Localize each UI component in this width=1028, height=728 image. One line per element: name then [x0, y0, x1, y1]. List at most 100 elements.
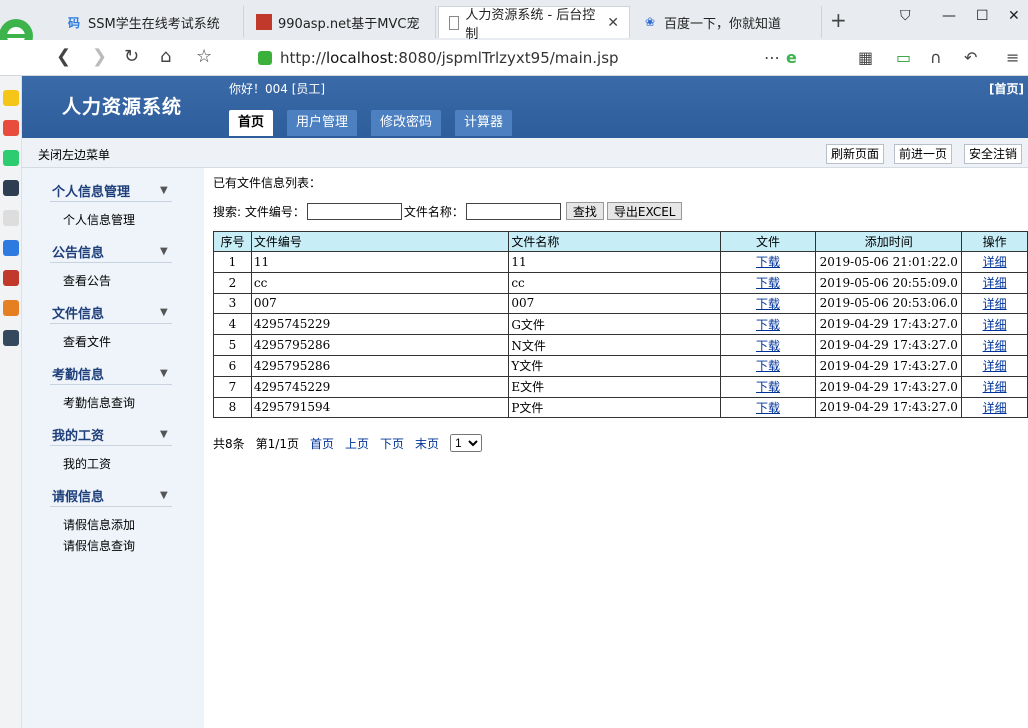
tab-home[interactable]: 首页: [229, 110, 274, 136]
search-form: 搜索: 文件编号： 文件名称： 查找 导出EXCEL: [213, 202, 683, 220]
cell-file-number: cc: [250, 271, 510, 294]
last-page-link[interactable]: 末页: [415, 435, 439, 452]
home-icon[interactable]: ⌂: [160, 46, 171, 67]
share-icon[interactable]: ⋯: [764, 48, 780, 67]
game2-icon[interactable]: [3, 300, 19, 316]
page-select[interactable]: 1: [450, 434, 483, 452]
cell-index: 6: [213, 354, 252, 377]
game-icon[interactable]: [3, 270, 19, 286]
sidebar-section-notice[interactable]: 公告信息: [52, 242, 104, 261]
back-icon[interactable]: ❮: [56, 46, 71, 67]
cell-file-name: 007: [508, 292, 721, 315]
cell-index: 5: [213, 334, 252, 356]
close-left-menu-link[interactable]: 关闭左边菜单: [38, 146, 110, 163]
triangle-down-icon[interactable]: ▼: [160, 368, 168, 379]
sidebar-section-attendance[interactable]: 考勤信息: [52, 364, 104, 383]
address-bar[interactable]: http://localhost:8080/jspmlTrlzyxt95/mai…: [250, 44, 830, 72]
chat-icon[interactable]: [3, 240, 19, 256]
forward-page-button[interactable]: 前进一页: [894, 144, 953, 164]
logout-button[interactable]: 安全注销: [964, 144, 1023, 164]
column-header: 添加时间: [815, 231, 963, 252]
headset-icon[interactable]: ∩: [930, 48, 942, 67]
undo-icon[interactable]: ↶: [964, 48, 977, 67]
app-title: 人力资源系统: [62, 96, 183, 118]
export-excel-button[interactable]: 导出EXCEL: [606, 202, 683, 220]
triangle-down-icon[interactable]: ▼: [160, 246, 168, 257]
maximize-icon[interactable]: ☐: [976, 8, 989, 24]
download-link[interactable]: 下载: [756, 318, 780, 332]
sidebar-item-view-files[interactable]: 查看文件: [63, 333, 111, 350]
minimize-icon[interactable]: —: [942, 8, 956, 24]
refresh-button[interactable]: 刷新页面: [826, 144, 885, 164]
page-indicator: 第1/1页: [255, 436, 299, 451]
sidebar-section-salary[interactable]: 我的工资: [52, 425, 104, 444]
detail-link[interactable]: 详细: [983, 318, 1007, 332]
detail-link[interactable]: 详细: [983, 359, 1007, 373]
detail-link[interactable]: 详细: [983, 255, 1007, 269]
detail-link[interactable]: 详细: [983, 380, 1007, 394]
triangle-down-icon[interactable]: ▼: [160, 185, 168, 196]
tab-change-password[interactable]: 修改密码: [371, 110, 442, 136]
home-link[interactable]: [首页]: [989, 80, 1024, 97]
mail-icon[interactable]: [3, 150, 19, 166]
shirt-icon[interactable]: ⛉: [900, 8, 911, 24]
window-close-icon[interactable]: ✕: [1008, 8, 1020, 24]
triangle-down-icon[interactable]: ▼: [160, 490, 168, 501]
tab-user-management[interactable]: 用户管理: [287, 110, 358, 136]
battery-icon[interactable]: ▭: [896, 48, 911, 67]
sidebar-item-my-salary[interactable]: 我的工资: [63, 455, 111, 472]
close-icon[interactable]: ✕: [607, 15, 619, 31]
browser-tab-mvc[interactable]: 990asp.net基于MVC宠: [246, 6, 436, 38]
detail-link[interactable]: 详细: [983, 401, 1007, 415]
download-link[interactable]: 下载: [756, 339, 780, 353]
detail-link[interactable]: 详细: [983, 276, 1007, 290]
tab-calculator[interactable]: 计算器: [455, 110, 513, 136]
file-number-input[interactable]: [306, 202, 402, 220]
app-header: 人力资源系统 你好！004 [员工] [首页] 首页 用户管理 修改密码 计算器: [22, 76, 1028, 138]
news-icon[interactable]: [3, 180, 19, 196]
weibo-icon[interactable]: [3, 120, 19, 136]
next-page-link[interactable]: 下页: [380, 435, 404, 452]
cell-index: 7: [213, 375, 252, 398]
detail-link[interactable]: 详细: [983, 339, 1007, 353]
download-link[interactable]: 下载: [756, 380, 780, 394]
prev-page-link[interactable]: 上页: [345, 435, 369, 452]
sidebar-item-attendance-query[interactable]: 考勤信息查询: [63, 394, 135, 411]
new-tab-icon[interactable]: +: [830, 8, 847, 32]
star-icon[interactable]: ☆: [196, 46, 212, 67]
menu-icon[interactable]: ≡: [1006, 48, 1019, 67]
paw-icon: ❀: [644, 15, 656, 29]
sidebar-section-leave[interactable]: 请假信息: [52, 486, 104, 505]
sidebar-item-leave-query[interactable]: 请假信息查询: [63, 537, 135, 554]
notes-icon[interactable]: [3, 210, 19, 226]
triangle-down-icon[interactable]: ▼: [160, 307, 168, 318]
sidebar-item-leave-add[interactable]: 请假信息添加: [63, 516, 135, 533]
browser-tab-baidu[interactable]: ❀ 百度一下，你就知道: [632, 6, 822, 38]
download-link[interactable]: 下载: [756, 297, 780, 311]
url-host: localhost: [325, 49, 394, 67]
ie-mode-icon[interactable]: e: [786, 48, 797, 67]
file-name-input[interactable]: [465, 202, 561, 220]
sidebar-section-files[interactable]: 文件信息: [52, 303, 104, 322]
download-link[interactable]: 下载: [756, 401, 780, 415]
favorites-icon[interactable]: [3, 90, 19, 106]
cell-file-name: Y文件: [508, 354, 721, 377]
first-page-link[interactable]: 首页: [310, 435, 334, 452]
game3-icon[interactable]: [3, 330, 19, 346]
browser-tab-hr[interactable]: 人力资源系统 - 后台控制 ✕: [438, 6, 630, 42]
browser-tab-exam[interactable]: 码 SSM学生在线考试系统: [56, 6, 244, 38]
sidebar-section-personal[interactable]: 个人信息管理: [52, 181, 130, 200]
sidebar-item-view-notice[interactable]: 查看公告: [63, 272, 111, 289]
download-link[interactable]: 下载: [756, 359, 780, 373]
search-button[interactable]: 查找: [565, 202, 604, 220]
triangle-down-icon[interactable]: ▼: [160, 429, 168, 440]
forward-icon[interactable]: ❯: [92, 46, 107, 67]
cell-file-name: E文件: [508, 375, 721, 398]
apps-icon[interactable]: ▦: [858, 48, 873, 67]
detail-link[interactable]: 详细: [983, 297, 1007, 311]
download-link[interactable]: 下载: [756, 276, 780, 290]
download-link[interactable]: 下载: [756, 255, 780, 269]
reload-icon[interactable]: ↻: [124, 46, 139, 67]
table-row: 1 11 11 下载 2019-05-06 21:01:22.0 详细: [213, 251, 1028, 273]
sidebar-item-personal-info[interactable]: 个人信息管理: [63, 211, 135, 228]
